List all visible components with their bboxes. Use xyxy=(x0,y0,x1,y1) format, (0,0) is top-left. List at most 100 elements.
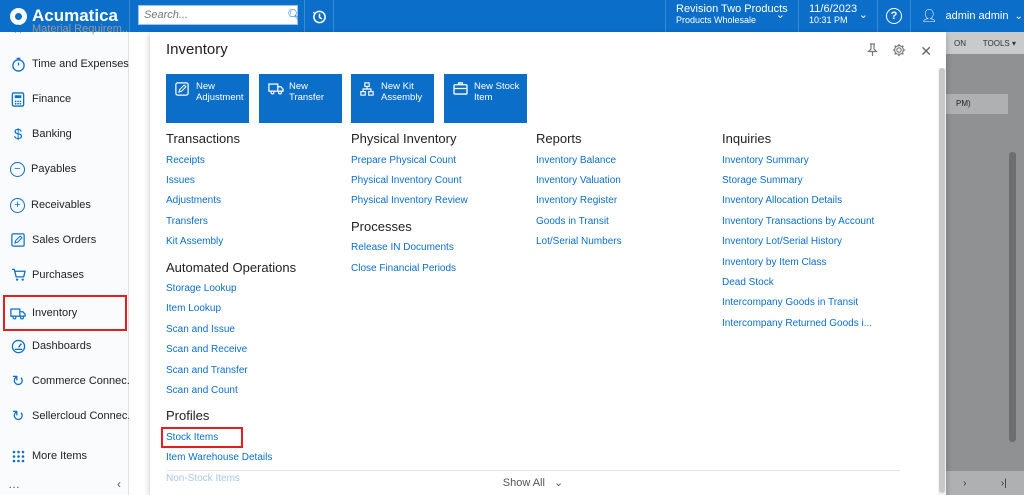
search-icon[interactable]: 🔍︎ xyxy=(287,8,302,22)
history-icon xyxy=(312,10,326,23)
calculator-icon xyxy=(10,91,26,107)
link-inventory-valuation[interactable]: Inventory Valuation xyxy=(536,175,621,186)
link-scan-and-receive[interactable]: Scan and Receive xyxy=(166,344,247,355)
link-inventory-allocation-details[interactable]: Inventory Allocation Details xyxy=(722,195,842,206)
timer-icon xyxy=(10,56,26,72)
tenant-selector[interactable]: Revision Two Products Products Wholesale… xyxy=(665,0,797,32)
link-inventory-lot-serial-history[interactable]: Inventory Lot/Serial History xyxy=(722,236,842,247)
link-scan-and-issue[interactable]: Scan and Issue xyxy=(166,324,235,335)
link-storage-lookup[interactable]: Storage Lookup xyxy=(166,283,237,294)
background-toolbar: ON TOOLS ▾ xyxy=(946,32,1024,54)
link-inventory-by-item-class[interactable]: Inventory by Item Class xyxy=(722,257,826,268)
pager-next-icon[interactable]: › xyxy=(963,478,966,489)
sidebar-item-inventory[interactable]: Inventory xyxy=(3,295,127,331)
edit-icon xyxy=(10,232,26,248)
sidebar-item-banking[interactable]: $ Banking xyxy=(0,118,129,150)
sidebar-item-receivables[interactable]: + Receivables xyxy=(0,189,129,221)
date-selector[interactable]: 11/6/2023 10:31 PM ⌄ xyxy=(798,0,876,32)
more-options-icon[interactable]: … xyxy=(8,477,20,491)
link-receipts[interactable]: Receipts xyxy=(166,155,205,166)
tile-line1: New xyxy=(196,81,216,92)
sidebar-item-more-items[interactable]: More Items xyxy=(0,440,129,472)
sidebar-item-payables[interactable]: − Payables xyxy=(0,153,129,185)
tile-line2: Item xyxy=(474,92,493,103)
link-stock-items[interactable]: Stock Items xyxy=(161,427,243,448)
link-dead-stock[interactable]: Dead Stock xyxy=(722,277,774,288)
user-menu[interactable]: 👤︎ admin admin ⌄ xyxy=(910,0,1024,32)
sidebar-item-sales-orders[interactable]: Sales Orders xyxy=(0,224,129,256)
link-storage-summary[interactable]: Storage Summary xyxy=(722,175,803,186)
link-close-financial-periods[interactable]: Close Financial Periods xyxy=(351,263,456,274)
background-page: ON TOOLS ▾ PM) › ›| xyxy=(946,32,1024,495)
top-bar: Acumatica 🔍︎ Revision Two Products Produ… xyxy=(0,0,1024,32)
sidebar: ★ Material Requirem... Time and Expenses… xyxy=(0,21,129,495)
link-physical-inventory-review[interactable]: Physical Inventory Review xyxy=(351,195,468,206)
link-transfers[interactable]: Transfers xyxy=(166,216,208,227)
sidebar-item-time-and-expenses[interactable]: Time and Expenses xyxy=(0,48,129,80)
chevron-down-icon: ⌄ xyxy=(1014,10,1023,22)
gauge-icon xyxy=(10,338,26,354)
panel-scrollbar-thumb[interactable] xyxy=(939,68,945,493)
new-stock-item-button[interactable]: New Stock Item xyxy=(444,74,527,123)
sidebar-item-label: Time and Expenses xyxy=(32,58,129,70)
link-inventory-balance[interactable]: Inventory Balance xyxy=(536,155,616,166)
link-kit-assembly[interactable]: Kit Assembly xyxy=(166,236,223,247)
link-intercompany-goods-in-transit[interactable]: Intercompany Goods in Transit xyxy=(722,297,858,308)
link-physical-inventory-count[interactable]: Physical Inventory Count xyxy=(351,175,462,186)
sidebar-item-label: Dashboards xyxy=(32,340,92,352)
sidebar-item-label: Receivables xyxy=(31,199,91,211)
link-prepare-physical-count[interactable]: Prepare Physical Count xyxy=(351,155,456,166)
new-adjustment-button[interactable]: New Adjustment xyxy=(166,74,249,123)
new-kit-assembly-button[interactable]: New Kit Assembly xyxy=(351,74,434,123)
show-all-button[interactable]: Show All ⌄ xyxy=(166,470,900,495)
tile-line2: Assembly xyxy=(381,92,423,103)
link-item-lookup[interactable]: Item Lookup xyxy=(166,303,221,314)
section-reports-title: Reports xyxy=(536,131,582,146)
edit-icon xyxy=(175,82,190,96)
sidebar-item-commerce-connector[interactable]: ↻ Commerce Connec... xyxy=(0,365,129,397)
link-inventory-transactions-by-account[interactable]: Inventory Transactions by Account xyxy=(722,216,874,227)
sidebar-item-label: Sales Orders xyxy=(32,234,97,246)
sidebar-item-label: Commerce Connec... xyxy=(32,375,129,387)
pin-icon[interactable] xyxy=(867,43,879,60)
pager-last-icon[interactable]: ›| xyxy=(1001,478,1007,489)
search-input[interactable] xyxy=(139,9,287,21)
background-pager: › ›| xyxy=(946,471,1024,495)
link-lot-serial-numbers[interactable]: Lot/Serial Numbers xyxy=(536,236,622,247)
link-intercompany-returned-goods[interactable]: Intercompany Returned Goods i... xyxy=(722,318,872,329)
workspace-panel: Inventory ✕ New Adjustment New Transfer … xyxy=(150,32,946,495)
sidebar-item-label: More Items xyxy=(32,450,88,462)
search-box: 🔍︎ xyxy=(138,5,302,25)
link-issues[interactable]: Issues xyxy=(166,175,195,186)
section-profiles-title: Profiles xyxy=(166,408,210,423)
close-icon[interactable]: ✕ xyxy=(920,43,932,60)
help-button[interactable]: ? xyxy=(877,0,910,32)
link-adjustments[interactable]: Adjustments xyxy=(166,195,221,206)
chevron-down-icon: ⌄ xyxy=(858,9,868,21)
sidebar-item-finance[interactable]: Finance xyxy=(0,83,129,115)
sidebar-item-dashboards[interactable]: Dashboards xyxy=(0,330,129,362)
sidebar-item-material-requirements[interactable]: ★ Material Requirem... xyxy=(0,19,129,39)
collapse-sidebar-icon[interactable]: ‹ xyxy=(117,477,121,491)
tools-menu[interactable]: TOOLS ▾ xyxy=(983,39,1016,48)
sidebar-item-sellercloud-connector[interactable]: ↻ Sellercloud Connec... xyxy=(0,400,129,432)
sync-icon: ↻ xyxy=(11,373,25,390)
link-goods-in-transit[interactable]: Goods in Transit xyxy=(536,216,609,227)
link-scan-and-transfer[interactable]: Scan and Transfer xyxy=(166,365,248,376)
link-release-in-documents[interactable]: Release IN Documents xyxy=(351,242,454,253)
panel-scrollbar[interactable] xyxy=(938,68,946,495)
hierarchy-icon xyxy=(360,82,375,96)
tile-line2: Transfer xyxy=(289,92,325,103)
sidebar-item-purchases[interactable]: Purchases xyxy=(0,259,129,291)
gear-icon[interactable] xyxy=(892,43,906,60)
link-inventory-register[interactable]: Inventory Register xyxy=(536,195,617,206)
tile-line1: New Stock xyxy=(474,81,520,92)
link-scan-and-count[interactable]: Scan and Count xyxy=(166,385,238,396)
new-transfer-button[interactable]: New Transfer xyxy=(259,74,342,123)
background-scrollbar xyxy=(1009,152,1016,442)
link-inventory-summary[interactable]: Inventory Summary xyxy=(722,155,809,166)
sidebar-item-label: Finance xyxy=(32,93,72,105)
minus-circle-icon: − xyxy=(10,161,25,177)
history-button[interactable] xyxy=(304,0,334,32)
link-item-warehouse-details[interactable]: Item Warehouse Details xyxy=(166,452,272,463)
